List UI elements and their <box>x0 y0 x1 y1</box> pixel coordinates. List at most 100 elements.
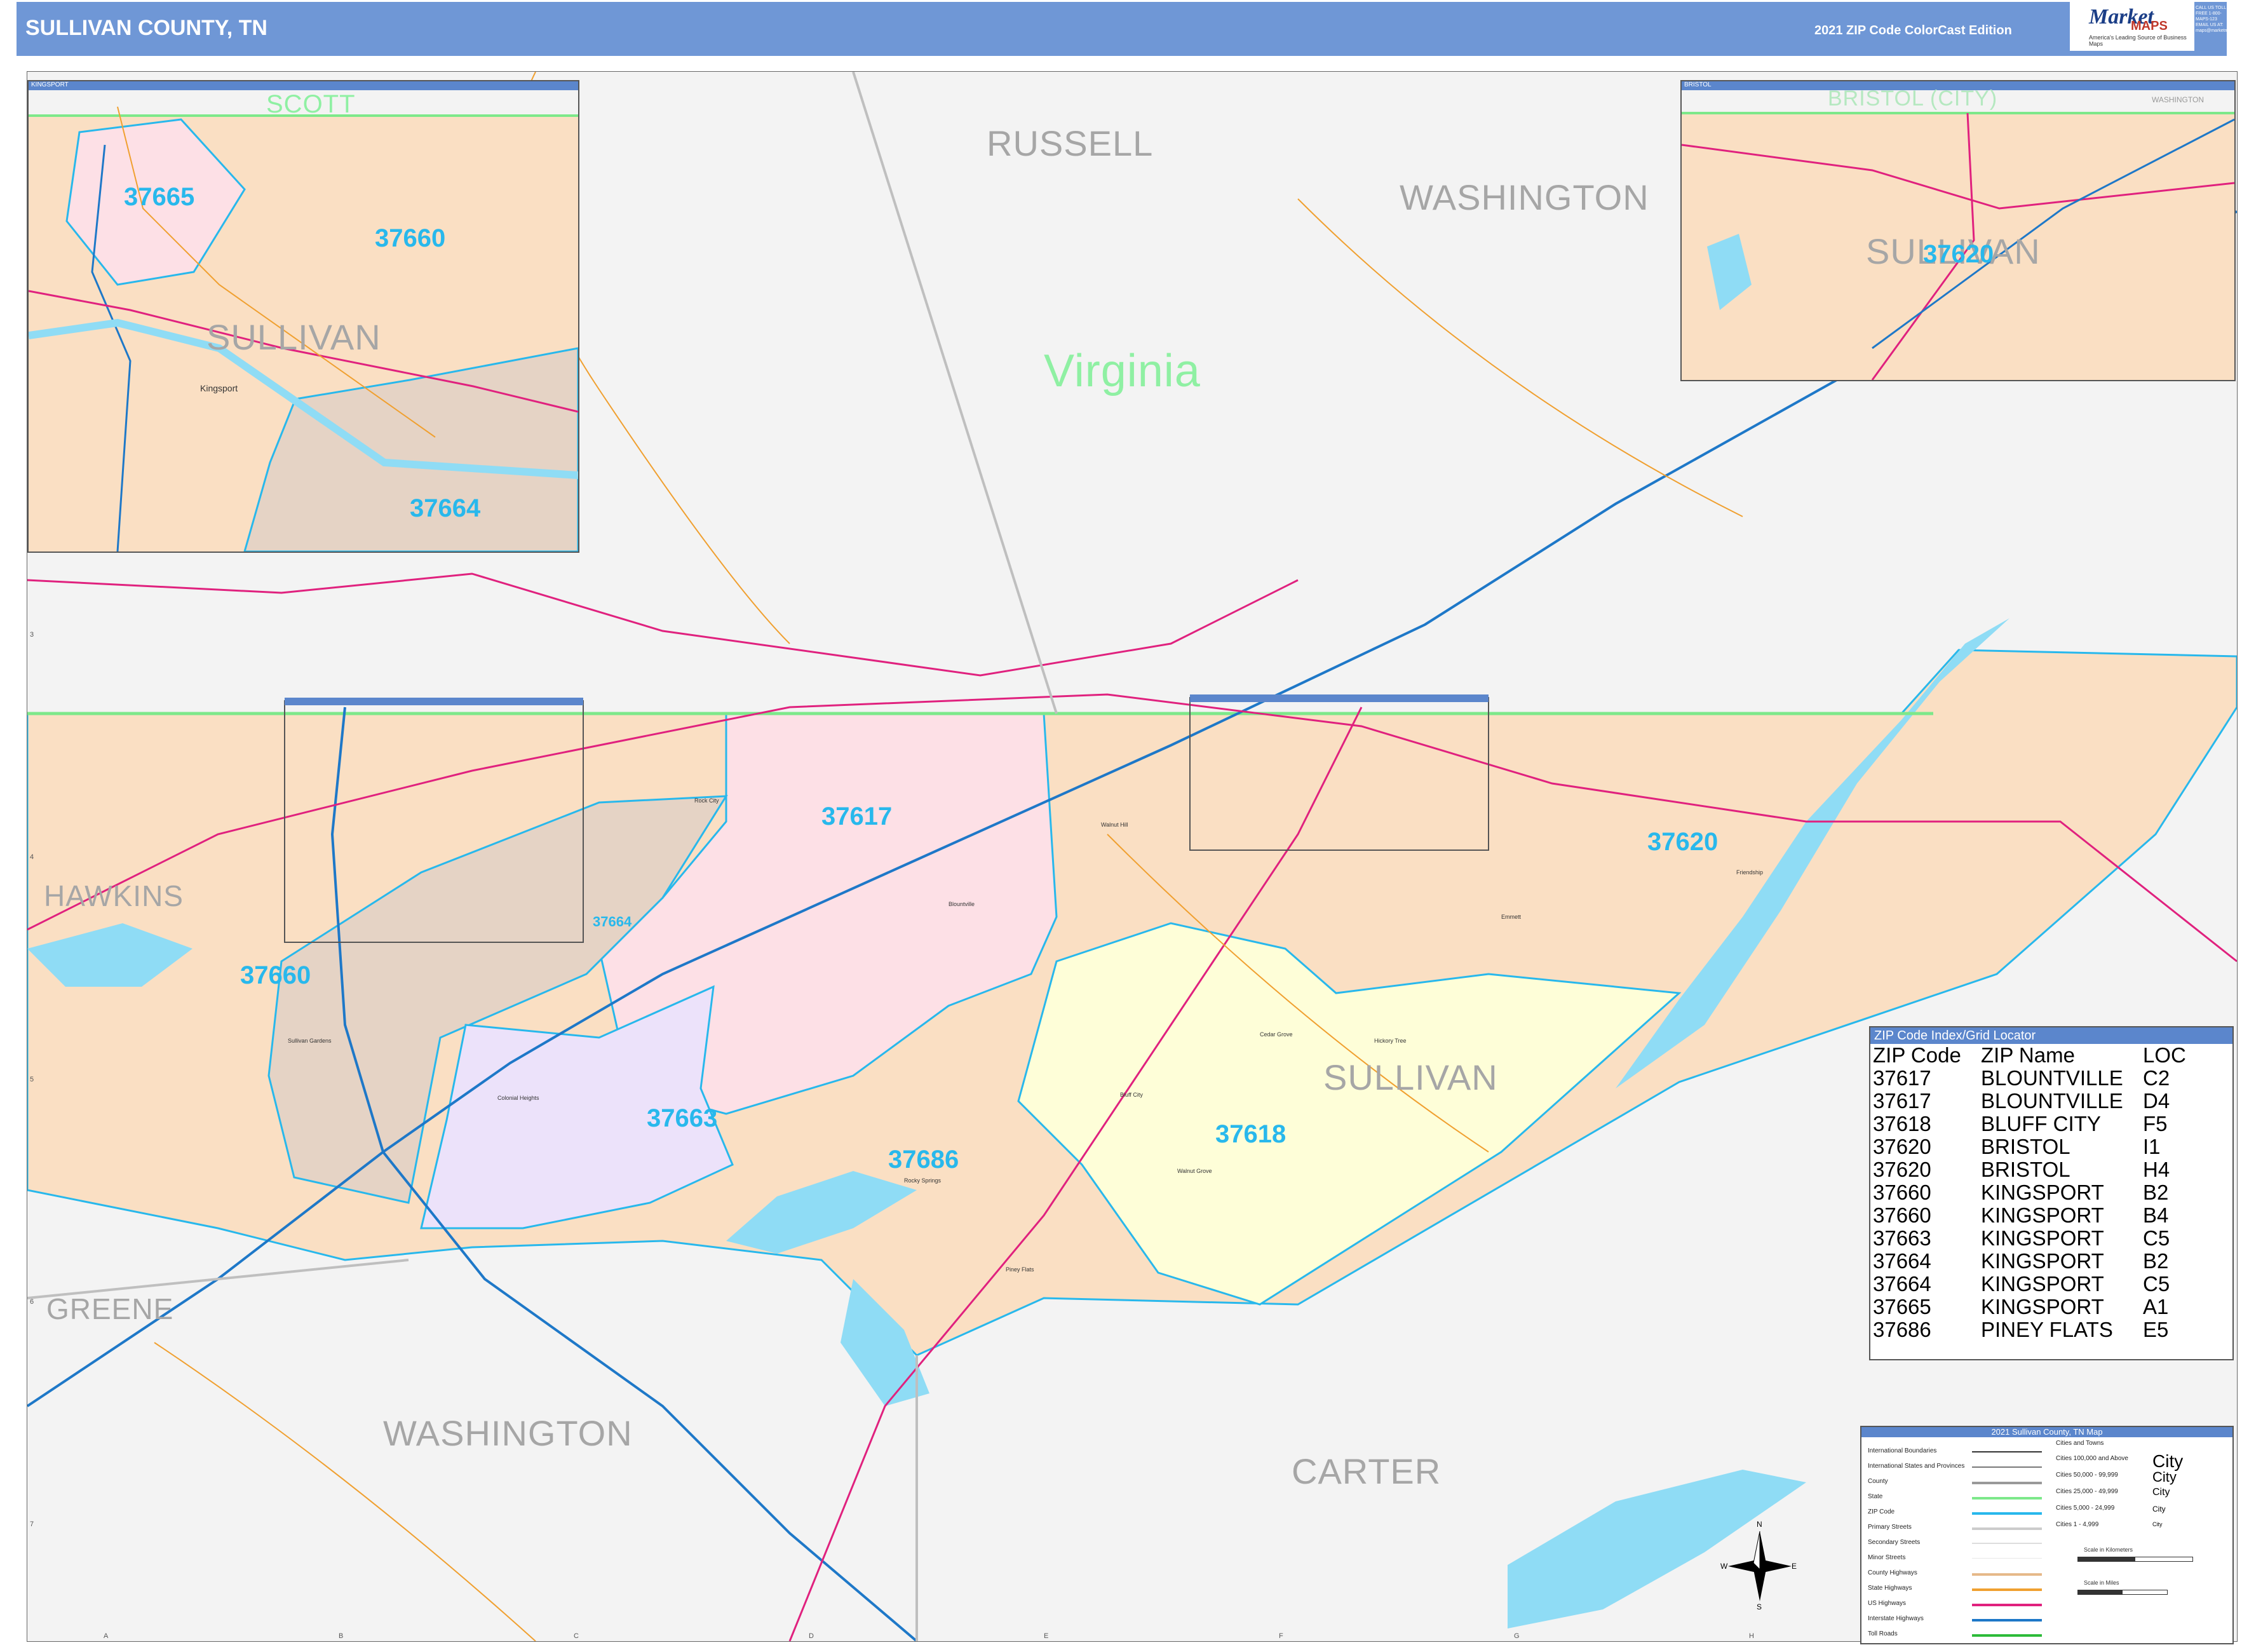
name-cell: KINGSPORT <box>1981 1249 2104 1273</box>
legend-city-sample: City <box>2152 1487 2170 1498</box>
town-label: Emmett <box>1501 914 1522 920</box>
title-bar: SULLIVAN COUNTY, TN 2021 ZIP Code ColorC… <box>17 2 2227 56</box>
loc-cell: C2 <box>2143 1066 2170 1090</box>
zip-label-37663[interactable]: 37663 <box>647 1104 717 1133</box>
grid-col-c: C <box>574 1632 579 1640</box>
edition-label: 2021 ZIP Code ColorCast Edition <box>1814 24 2012 37</box>
town-label: Colonial Heights <box>497 1095 539 1101</box>
zip-label-37660[interactable]: 37660 <box>240 961 311 990</box>
table-row[interactable]: 37665 KINGSPORT A1 <box>1870 1296 2232 1318</box>
us-highway-north <box>27 572 1299 677</box>
legend-item: Cities 100,000 and Above <box>2056 1455 2128 1462</box>
town-label: Sullivan Gardens <box>288 1038 332 1044</box>
town-label: Rock City <box>694 797 719 804</box>
county-label-sullivan: SULLIVAN <box>1323 1057 1498 1097</box>
grid-row-6: 6 <box>30 1298 34 1306</box>
zip-label-37617[interactable]: 37617 <box>821 802 892 831</box>
legend-swatch <box>1972 1543 2042 1544</box>
grid-row-5: 5 <box>30 1076 34 1083</box>
compass-icon <box>1728 1531 1792 1601</box>
table-row[interactable]: 37664 KINGSPORT B2 <box>1870 1250 2232 1273</box>
compass-n: N <box>1757 1520 1762 1529</box>
legend-item: Cities 5,000 - 24,999 <box>2056 1505 2115 1512</box>
grid-col-h: H <box>1749 1632 1754 1640</box>
loc-cell: B4 <box>2143 1203 2169 1227</box>
loc-cell: B2 <box>2143 1249 2169 1273</box>
kingsport-inset[interactable]: KINGSPORT SCOTT SULLIVAN Kingsport 37665… <box>27 80 579 553</box>
grid-col-e: E <box>1044 1632 1049 1640</box>
scale-km-label: Scale in Kilometers <box>2084 1547 2133 1553</box>
inset-zip-37665[interactable]: 37665 <box>124 183 194 212</box>
kingsport-inset-tab <box>285 698 583 705</box>
table-row[interactable]: 37664 KINGSPORT C5 <box>1870 1273 2232 1296</box>
legend-item: Primary Streets <box>1868 1524 1912 1531</box>
map-canvas[interactable]: A B C D E F G H I 1 2 3 4 5 6 7 RUSSELL … <box>27 71 2238 1642</box>
legend-city-sample: City <box>2152 1469 2177 1485</box>
grid-row-7: 7 <box>30 1520 34 1528</box>
compass-rose: N S E W <box>1720 1520 1798 1611</box>
zip-index-header: ZIP Code ZIP Name LOC <box>1870 1044 2232 1067</box>
zip-label-37620[interactable]: 37620 <box>1647 828 1718 856</box>
inset-neighbor-label: SCOTT <box>266 90 356 118</box>
county-line-russell-washington <box>852 72 1058 714</box>
county-label-greene: GREENE <box>46 1292 174 1325</box>
name-cell: BRISTOL <box>1981 1135 2070 1158</box>
name-cell: BLOUNTVILLE <box>1981 1089 2123 1113</box>
state-highway-4 <box>154 1342 536 1641</box>
table-row[interactable]: 37620 BRISTOL I1 <box>1870 1135 2232 1158</box>
publisher-logo: Market MAPS America's Leading Source of … <box>2070 0 2194 51</box>
legend-item: State Highways <box>1868 1585 1912 1592</box>
table-row[interactable]: 37617 BLOUNTVILLE D4 <box>1870 1090 2232 1113</box>
legend-swatch <box>1972 1573 2042 1576</box>
legend-swatch <box>1972 1497 2042 1500</box>
table-row[interactable]: 37660 KINGSPORT B2 <box>1870 1181 2232 1204</box>
table-row[interactable]: 37663 KINGSPORT C5 <box>1870 1227 2232 1250</box>
bristol-inset[interactable]: BRISTOL BRISTOL (CITY) WASHINGTON SULLIV… <box>1680 80 2236 381</box>
county-label-russell: RUSSELL <box>987 123 1154 163</box>
legend-item: Cities 25,000 - 49,999 <box>2056 1488 2118 1495</box>
inset-county-label: SULLIVAN <box>206 317 381 357</box>
town-label: Walnut Hill <box>1101 822 1128 828</box>
loc-cell: B2 <box>2143 1181 2169 1204</box>
legend-item: ZIP Code <box>1868 1508 1895 1515</box>
county-label-hawkins: HAWKINS <box>44 879 184 912</box>
contact-info: CALL US TOLL FREE 1-800-MAPS-123 EMAIL U… <box>2196 6 2242 33</box>
inset-zip-37620[interactable]: 37620 <box>1923 240 1994 269</box>
town-label: Cedar Grove <box>1260 1031 1293 1038</box>
table-row[interactable]: 37617 BLOUNTVILLE C2 <box>1870 1067 2232 1090</box>
zip-cell: 37617 <box>1873 1089 1931 1113</box>
inset-zip-37660[interactable]: 37660 <box>375 224 445 253</box>
zip-label-37618[interactable]: 37618 <box>1215 1120 1286 1149</box>
table-row[interactable]: 37660 KINGSPORT B4 <box>1870 1204 2232 1227</box>
legend-item: International Boundaries <box>1868 1447 1937 1454</box>
table-row[interactable]: 37620 BRISTOL H4 <box>1870 1158 2232 1181</box>
scale-bar-mi <box>2077 1590 2168 1595</box>
legend-swatch <box>1972 1527 2042 1530</box>
zip-label-37686[interactable]: 37686 <box>888 1146 959 1174</box>
legend-swatch <box>1972 1482 2042 1484</box>
loc-cell: H4 <box>2143 1158 2170 1181</box>
zip-cell: 37618 <box>1873 1112 1931 1135</box>
logo-tagline: America's Leading Source of Business Map… <box>2089 34 2187 47</box>
legend-swatch <box>1972 1451 2042 1452</box>
legend-city-sample: City <box>2152 1505 2166 1513</box>
inset-zip-37664[interactable]: 37664 <box>410 494 480 523</box>
name-cell: BRISTOL <box>1981 1158 2070 1181</box>
zip-cell: 37660 <box>1873 1203 1931 1227</box>
legend-swatch <box>1972 1558 2042 1559</box>
state-label-virginia: Virginia <box>1044 346 1201 396</box>
zip-label-37664[interactable]: 37664 <box>593 914 631 930</box>
name-cell: KINGSPORT <box>1981 1181 2104 1204</box>
legend-item: US Highways <box>1868 1600 1907 1607</box>
zip-cell: 37660 <box>1873 1181 1931 1204</box>
zip-index-table: ZIP Code Index/Grid Locator ZIP Code ZIP… <box>1869 1026 2234 1360</box>
town-label: Blountville <box>949 901 975 907</box>
name-cell: BLUFF CITY <box>1981 1112 2101 1135</box>
town-label: Rocky Springs <box>904 1177 942 1184</box>
grid-col-g: G <box>1514 1632 1520 1640</box>
column-header: LOC <box>2143 1043 2186 1067</box>
table-row[interactable]: 37686 PINEY FLATS E5 <box>1870 1318 2232 1341</box>
table-row[interactable]: 37618 BLUFF CITY F5 <box>1870 1113 2232 1135</box>
legend-swatch <box>1972 1634 2042 1637</box>
name-cell: KINGSPORT <box>1981 1203 2104 1227</box>
